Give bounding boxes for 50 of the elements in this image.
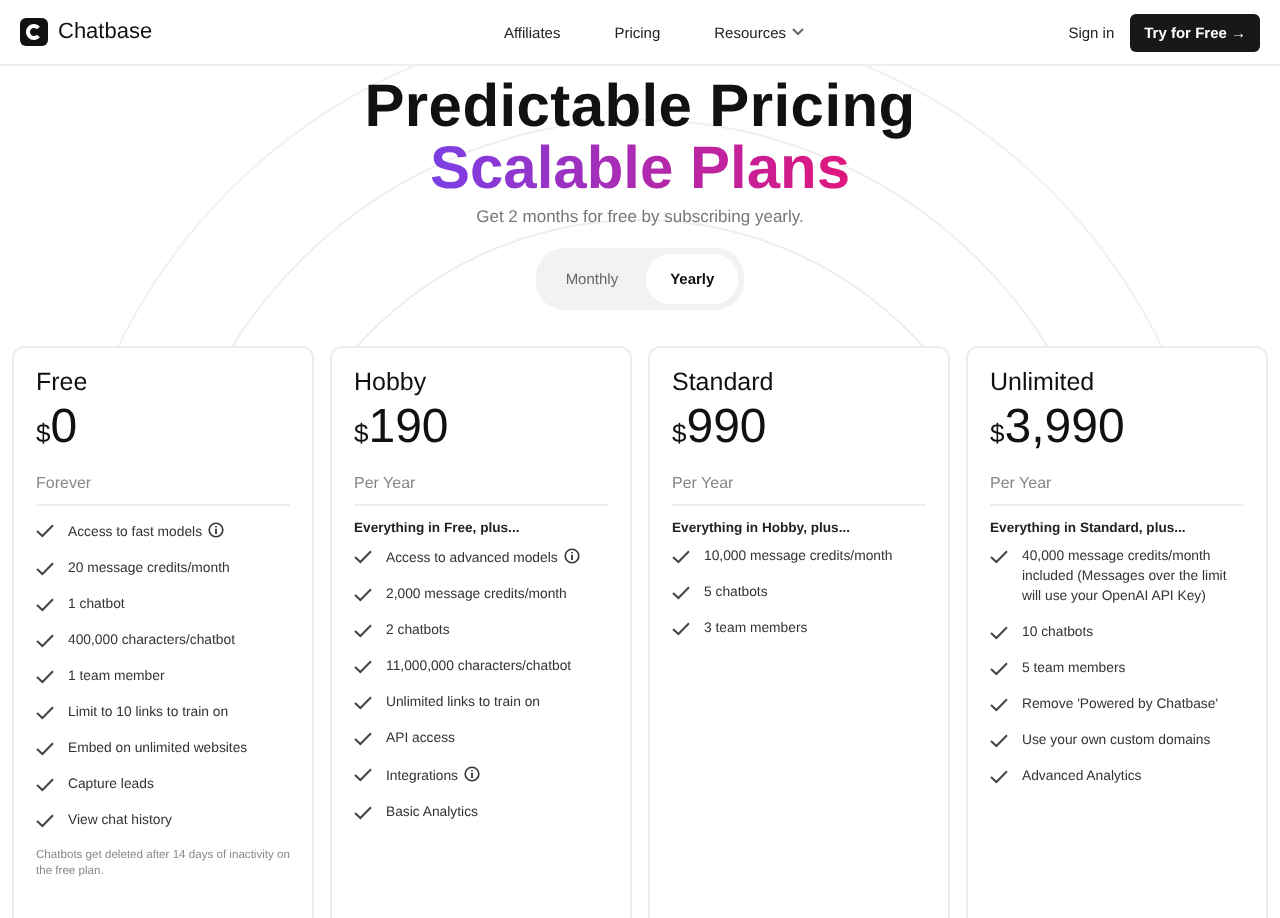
hero-tagline: Get 2 months for free by subscribing yearly. xyxy=(476,206,804,226)
check-icon xyxy=(36,742,54,756)
check-icon xyxy=(36,598,54,612)
check-icon xyxy=(36,706,54,720)
plan-name: Standard xyxy=(672,368,776,396)
plan-price: 0 xyxy=(50,400,78,456)
check-icon xyxy=(36,814,54,828)
check-icon xyxy=(990,662,1008,676)
billing-period: Per Year xyxy=(990,474,1054,492)
plan-price: 190 xyxy=(368,400,449,456)
brand-name[interactable]: Chatbase xyxy=(58,20,153,44)
check-icon xyxy=(354,806,372,820)
check-icon xyxy=(672,622,690,636)
check-icon xyxy=(990,550,1008,564)
plan-price: 3,990 xyxy=(1004,400,1125,456)
check-icon xyxy=(36,524,54,538)
check-icon xyxy=(36,670,54,684)
info-icon[interactable] xyxy=(208,522,225,538)
check-icon xyxy=(36,778,54,792)
check-icon xyxy=(36,562,54,576)
check-icon xyxy=(672,586,690,600)
check-icon xyxy=(354,732,372,746)
logo-icon xyxy=(20,18,48,46)
check-icon xyxy=(354,624,372,638)
check-icon xyxy=(990,770,1008,784)
check-icon xyxy=(990,626,1008,640)
check-icon xyxy=(354,660,372,674)
currency-symbol: $ xyxy=(990,418,1005,448)
info-icon[interactable] xyxy=(563,548,580,564)
check-icon xyxy=(354,588,372,602)
check-icon xyxy=(354,768,372,782)
hero-title: Predictable Pricing xyxy=(364,74,916,142)
currency-symbol: $ xyxy=(354,418,369,448)
plan-name: Free xyxy=(36,368,90,396)
billing-period: Forever xyxy=(36,474,94,492)
check-icon xyxy=(354,550,372,564)
check-icon xyxy=(990,734,1008,748)
check-icon xyxy=(36,634,54,648)
billing-period: Per Year xyxy=(354,474,418,492)
chevron-down-icon xyxy=(792,28,804,36)
check-icon xyxy=(990,698,1008,712)
info-icon[interactable] xyxy=(464,766,481,782)
check-icon xyxy=(354,696,372,710)
plan-price: 990 xyxy=(686,400,767,456)
plan-name: Hobby xyxy=(354,368,429,396)
plan-name: Unlimited xyxy=(990,368,1097,396)
currency-symbol: $ xyxy=(36,418,51,448)
currency-symbol: $ xyxy=(672,418,687,448)
billing-period: Per Year xyxy=(672,474,736,492)
check-icon xyxy=(672,550,690,564)
